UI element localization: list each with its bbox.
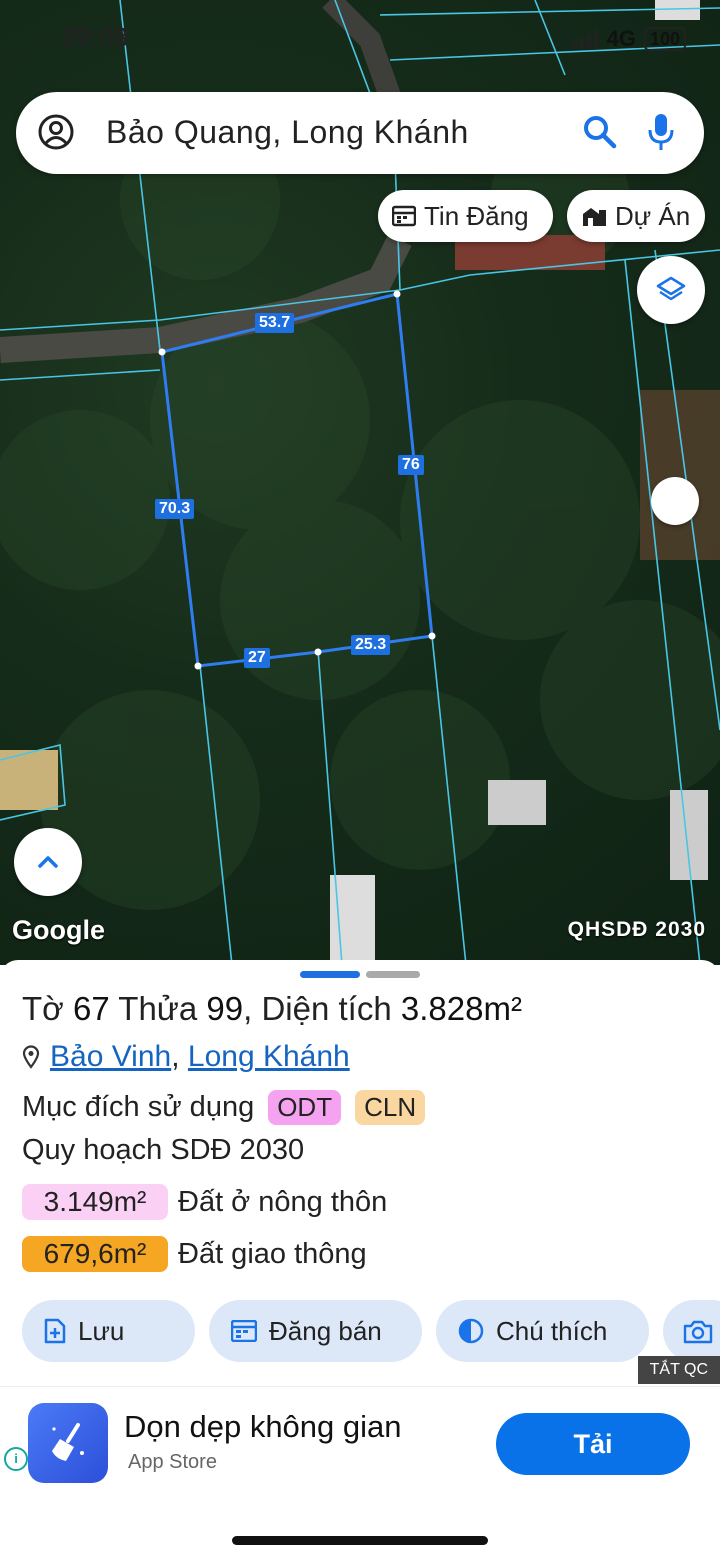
signal-icon	[572, 30, 598, 49]
action-row: Lưu Đăng bán Chú thích	[22, 1300, 720, 1362]
thua-number: 99	[206, 990, 244, 1027]
hide-ad-button[interactable]: TẮT QC	[637, 1356, 720, 1384]
ad-app-name: Dọn dẹp không gian	[124, 1409, 402, 1444]
land-purpose-row: Mục đích sử dụng ODT CLN	[22, 1090, 426, 1125]
microphone-icon[interactable]	[646, 112, 676, 154]
add-photo-icon	[683, 1320, 713, 1344]
broom-icon	[52, 1423, 84, 1461]
location-separator: ,	[171, 1040, 180, 1073]
post-sale-button[interactable]: Đăng bán	[209, 1300, 422, 1362]
du-an-label: Dự Án	[615, 200, 691, 231]
sheet-page-indicator-active[interactable]	[300, 971, 360, 978]
location-pin-icon	[22, 1045, 40, 1069]
ad-store-label: App Store	[128, 1451, 217, 1473]
chevron-up-icon	[38, 856, 58, 868]
tin-dang-chip[interactable]: Tin Đăng	[378, 190, 553, 242]
search-icon[interactable]	[582, 114, 618, 150]
account-icon[interactable]	[38, 114, 74, 150]
purpose-label: Mục đích sử dụng	[22, 1091, 255, 1123]
thua-label: Thửa	[118, 990, 198, 1027]
google-logo: Google	[12, 915, 105, 945]
edge-label-top: 53.7	[255, 313, 295, 333]
edge-label-bottom-left: 27	[244, 648, 270, 668]
add-file-icon	[44, 1318, 66, 1344]
edge-label-left: 70.3	[155, 499, 195, 519]
layers-icon	[656, 276, 686, 301]
plan-area-desc: Đất giao thông	[178, 1237, 367, 1270]
post-sale-label: Đăng bán	[269, 1315, 382, 1346]
search-bar[interactable]: Bảo Quang, Long Khánh	[16, 92, 704, 174]
legend-button[interactable]: Chú thích	[436, 1300, 649, 1362]
calendar-icon	[231, 1320, 257, 1342]
opacity-slider-handle[interactable]	[651, 477, 699, 525]
du-an-chip[interactable]: Dự Án	[567, 190, 705, 242]
save-label: Lưu	[78, 1315, 125, 1346]
network-label: 4G	[606, 26, 636, 51]
tin-dang-label: Tin Đăng	[424, 200, 529, 231]
title-prefix: Tờ	[22, 990, 64, 1027]
calendar-icon	[392, 205, 416, 227]
area-label: , Diện tích	[243, 990, 392, 1027]
status-time: 09:08	[62, 22, 129, 52]
expand-button[interactable]	[14, 828, 82, 896]
contrast-icon	[458, 1318, 484, 1344]
home-indicator[interactable]	[232, 1536, 488, 1545]
plan-label: Quy hoạch SDĐ 2030	[22, 1134, 305, 1166]
battery-icon: 100	[643, 27, 686, 51]
to-number: 67	[72, 990, 110, 1027]
search-input[interactable]: Bảo Quang, Long Khánh	[106, 114, 469, 151]
add-photo-button[interactable]	[663, 1300, 720, 1362]
ward-link[interactable]: Bảo Vinh	[50, 1040, 171, 1073]
buildings-icon	[583, 208, 606, 226]
purpose-tag-odt[interactable]: ODT	[268, 1090, 342, 1125]
area-value: 3.828m²	[400, 990, 522, 1027]
ad-info-icon[interactable]: i	[4, 1447, 28, 1471]
parcel-title: Tờ 67 Thửa 99, Diện tích 3.828m²	[22, 990, 522, 1028]
map-view[interactable]: 53.7 76 70.3 27 25.3 09:08 4G 100 Bảo Qu…	[0, 0, 720, 965]
edge-label-right: 76	[398, 455, 424, 475]
parcel-location: Bảo Vinh, Long Khánh	[22, 1040, 350, 1074]
sheet-page-indicator[interactable]	[366, 971, 420, 978]
city-link[interactable]: Long Khánh	[188, 1040, 350, 1073]
overlay-label: QHSDĐ 2030	[567, 918, 706, 941]
app-icon	[28, 1403, 108, 1483]
save-button[interactable]: Lưu	[22, 1300, 195, 1362]
plan-area-row: 679,6m² Đất giao thông	[22, 1236, 367, 1272]
plan-area-desc: Đất ở nông thôn	[178, 1185, 388, 1218]
plan-area-value: 679,6m²	[22, 1236, 168, 1272]
ad-banner[interactable]: i Dọn dẹp không gian App Store Tải	[0, 1386, 720, 1499]
legend-label: Chú thích	[496, 1315, 608, 1346]
purpose-tag-cln[interactable]: CLN	[355, 1090, 426, 1125]
plan-area-value: 3.149m²	[22, 1184, 168, 1220]
ad-download-button[interactable]: Tải	[496, 1413, 690, 1475]
plan-area-row: 3.149m² Đất ở nông thôn	[22, 1184, 387, 1220]
status-bar: 09:08 4G 100	[0, 22, 720, 58]
layers-button[interactable]	[637, 256, 705, 324]
edge-label-bottom-right: 25.3	[351, 635, 391, 655]
parcel-info-sheet: Tờ 67 Thửa 99, Diện tích 3.828m² Bảo Vin…	[0, 960, 720, 1400]
